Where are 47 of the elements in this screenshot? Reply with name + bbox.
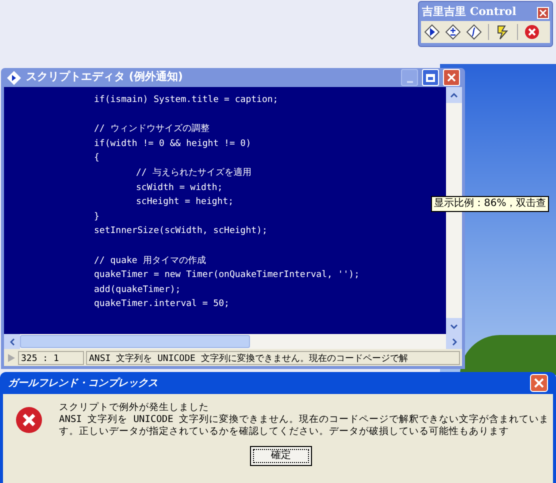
- code-line: quakeTimer = new Timer(onQuakeTimerInterval, '');: [94, 269, 360, 282]
- code-line: // ウィンドウサイズの調整: [94, 122, 210, 136]
- window-title: スクリプトエディタ (例外通知): [26, 69, 184, 86]
- scroll-left-icon: [10, 338, 14, 346]
- code-line: }: [94, 210, 100, 224]
- panel-title: 吉里吉里 Control: [422, 4, 516, 20]
- play-icon: [6, 352, 16, 362]
- horizontal-scrollbar[interactable]: [4, 334, 462, 349]
- dialog-title: ガールフレンド・コンプレックス: [8, 376, 159, 390]
- code-line: setInnerSize(scWidth, scHeight);: [94, 225, 268, 238]
- error-heading: スクリプトで例外が発生しました: [59, 402, 210, 414]
- integral-button[interactable]: [465, 23, 483, 41]
- play-button[interactable]: [423, 23, 441, 41]
- maximize-button[interactable]: [422, 69, 439, 86]
- close-button[interactable]: [530, 374, 548, 392]
- stop-button[interactable]: [523, 23, 541, 41]
- minimize-icon: [406, 81, 412, 83]
- scroll-up-button[interactable]: [446, 87, 462, 103]
- ok-button[interactable]: 確定: [250, 446, 312, 466]
- close-button[interactable]: [537, 6, 549, 18]
- tooltip: 显示比例：86%，双击查: [431, 196, 550, 212]
- scroll-thumb[interactable]: [20, 335, 250, 348]
- code-line: if(width != 0 && height != 0): [94, 138, 252, 151]
- code-line: if(ismain) System.title = caption;: [94, 94, 278, 107]
- close-icon: [539, 8, 547, 16]
- close-icon: [534, 378, 544, 388]
- scroll-down-icon: [450, 324, 458, 328]
- code-line: scHeight = height;: [136, 196, 234, 210]
- close-button[interactable]: [443, 69, 460, 86]
- maximize-icon: [426, 74, 435, 82]
- scroll-up-icon: [450, 92, 458, 98]
- code-line: // 与えられたサイズを適用: [136, 166, 252, 180]
- code-line: scWidth = width;: [136, 182, 223, 195]
- code-line: {: [94, 152, 100, 166]
- scroll-down-button[interactable]: [446, 318, 462, 334]
- code-line: // quake 用タイマの作成: [94, 254, 206, 268]
- error-message: ANSI 文字列を UNICODE 文字列に変換できません。現在のコードページで解釈できない文字が含まれています。正しいデータが指定されているかを確認してください。データが破損している可能性もあります: [59, 414, 550, 438]
- status-message: ANSI 文字列を UNICODE 文字列に変換できません。現在のコードページで解: [86, 350, 460, 364]
- code-area[interactable]: [4, 87, 446, 334]
- code-line: add(quakeTimer);: [94, 284, 181, 297]
- scroll-right-icon: [452, 338, 456, 346]
- code-line: quakeTimer.interval = 50;: [94, 298, 230, 312]
- cursor-position: 325 : 1: [18, 350, 84, 364]
- error-icon: [15, 406, 43, 434]
- close-icon: [447, 73, 456, 82]
- app-icon: [6, 70, 22, 86]
- plus-minus-button[interactable]: [444, 23, 462, 41]
